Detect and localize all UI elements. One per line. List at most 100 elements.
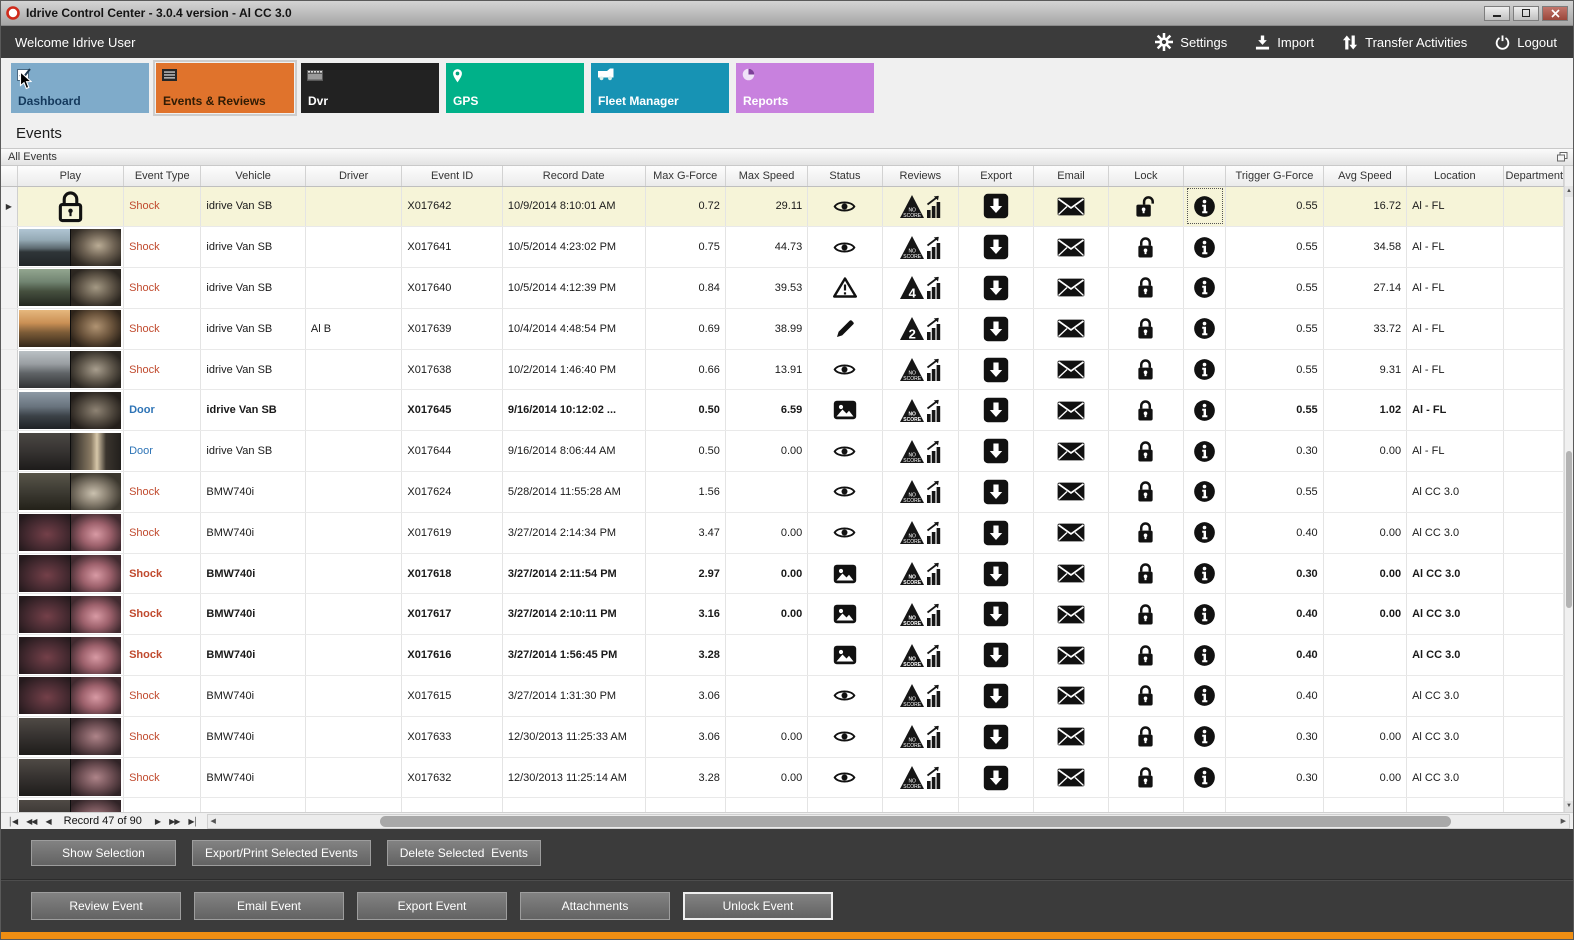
action-logout[interactable]: Logout xyxy=(1495,35,1557,50)
titlebar[interactable]: Idrive Control Center - 3.0.4 version - … xyxy=(1,1,1573,26)
col-header-export[interactable]: Export xyxy=(958,166,1035,187)
cell-reviews[interactable]: NO SCORE xyxy=(882,430,959,473)
col-header-status[interactable]: Status xyxy=(807,166,883,187)
event-row[interactable]: Shock BMW740i X017618 3/27/2014 2:11:54 PM 2… xyxy=(1,553,1564,595)
cell-info[interactable] xyxy=(1183,553,1227,595)
cell-export[interactable] xyxy=(958,757,1035,799)
cell-reviews[interactable]: NO SCORE xyxy=(882,553,959,595)
cell-lock[interactable] xyxy=(1108,267,1185,309)
vertical-scroll-track[interactable] xyxy=(1565,197,1573,801)
cell-lock[interactable] xyxy=(1108,593,1185,636)
cell-reviews[interactable]: NO SCORE xyxy=(882,512,959,554)
cell-export[interactable] xyxy=(958,593,1035,636)
cell-email[interactable] xyxy=(1033,226,1109,269)
cell-info[interactable] xyxy=(1183,471,1227,513)
cell-play[interactable] xyxy=(17,226,125,269)
scroll-left-icon[interactable]: ◀ xyxy=(208,817,219,825)
button-export-print-selected-events[interactable]: Export/Print Selected Events xyxy=(192,840,371,866)
col-header-play[interactable]: Play xyxy=(17,166,125,187)
cell-info[interactable] xyxy=(1183,675,1227,717)
cell-play[interactable] xyxy=(17,553,125,595)
cell-play[interactable] xyxy=(17,308,125,350)
close-button[interactable] xyxy=(1542,5,1568,21)
action-import[interactable]: Import xyxy=(1255,35,1314,50)
panel-restore-icon[interactable] xyxy=(1557,152,1568,162)
next-record-button[interactable]: ▶ xyxy=(151,817,164,826)
col-header-max-speed[interactable]: Max Speed xyxy=(725,166,809,187)
event-row[interactable]: Shock BMW740i X017633 12/30/2013 11:25:33 A… xyxy=(1,716,1564,758)
button-show-selection[interactable]: Show Selection xyxy=(31,840,176,866)
cell-reviews[interactable]: NO SCORE xyxy=(882,593,959,636)
cell-play[interactable] xyxy=(17,593,125,636)
cell-export[interactable] xyxy=(958,389,1035,432)
cell-lock[interactable] xyxy=(1108,797,1185,812)
action-settings[interactable]: Settings xyxy=(1155,33,1227,51)
tile-events-reviews[interactable]: Events & Reviews xyxy=(153,60,297,116)
cell-lock[interactable] xyxy=(1108,389,1185,432)
cell-lock[interactable] xyxy=(1108,716,1185,758)
col-header-max-g-force[interactable]: Max G-Force xyxy=(645,166,726,187)
cell-play[interactable] xyxy=(17,675,125,717)
cell-info[interactable] xyxy=(1183,226,1227,269)
event-row[interactable]: Shock BMW740i X017632 12/30/2013 11:25:14 A… xyxy=(1,757,1564,799)
cell-email[interactable] xyxy=(1033,716,1109,758)
button-unlock-event[interactable]: Unlock Event xyxy=(683,892,833,920)
cell-play[interactable] xyxy=(17,186,125,228)
cell-email[interactable] xyxy=(1033,512,1109,554)
button-email-event[interactable]: Email Event xyxy=(194,892,344,920)
cell-lock[interactable] xyxy=(1108,226,1185,269)
cell-email[interactable] xyxy=(1033,634,1109,677)
cell-export[interactable] xyxy=(958,512,1035,554)
col-header-blank[interactable] xyxy=(1183,166,1227,187)
col-header-department[interactable]: Department xyxy=(1503,166,1564,187)
cell-lock[interactable] xyxy=(1108,349,1185,391)
cell-reviews[interactable]: NO SCORE xyxy=(882,757,959,799)
cell-email[interactable] xyxy=(1033,675,1109,717)
cell-reviews[interactable] xyxy=(882,797,959,812)
cell-play[interactable] xyxy=(17,430,125,473)
cell-reviews[interactable]: NO SCORE xyxy=(882,186,959,228)
tile-reports[interactable]: Reports xyxy=(736,63,874,113)
action-transfer-activities[interactable]: Transfer Activities xyxy=(1342,35,1467,50)
col-header-location[interactable]: Location xyxy=(1406,166,1504,187)
cell-email[interactable] xyxy=(1033,757,1109,799)
cell-lock[interactable] xyxy=(1108,471,1185,513)
button-review-event[interactable]: Review Event xyxy=(31,892,181,920)
horizontal-scrollbar[interactable]: ◀ ▶ xyxy=(206,813,1570,829)
cell-email[interactable] xyxy=(1033,430,1109,473)
cell-email[interactable] xyxy=(1033,267,1109,309)
cell-reviews[interactable]: NO SCORE xyxy=(882,471,959,513)
cell-lock[interactable] xyxy=(1108,430,1185,473)
col-header-reviews[interactable]: Reviews xyxy=(882,166,959,187)
event-row[interactable]: Shock idrive Van SB X017640 10/5/2014 4:12:… xyxy=(1,267,1564,309)
cell-export[interactable] xyxy=(958,634,1035,677)
horizontal-scroll-thumb[interactable] xyxy=(379,815,1451,827)
cell-reviews[interactable]: NO SCORE xyxy=(882,389,959,432)
col-header-avg-speed[interactable]: Avg Speed xyxy=(1323,166,1408,187)
cell-play[interactable] xyxy=(17,757,125,799)
cell-play[interactable] xyxy=(17,267,125,309)
first-record-button[interactable]: │◀ xyxy=(4,817,21,826)
cell-info[interactable] xyxy=(1183,430,1227,473)
cell-export[interactable] xyxy=(958,267,1035,309)
cell-reviews[interactable]: 2 xyxy=(882,308,959,350)
cell-play[interactable] xyxy=(17,349,125,391)
horizontal-scroll-track[interactable] xyxy=(219,815,1558,828)
cell-reviews[interactable]: NO SCORE xyxy=(882,675,959,717)
cell-reviews[interactable]: NO SCORE xyxy=(882,716,959,758)
event-row[interactable]: Shock BMW740i X017615 3/27/2014 1:31:30 PM 3… xyxy=(1,675,1564,717)
cell-export[interactable] xyxy=(958,349,1035,391)
cell-lock[interactable] xyxy=(1108,553,1185,595)
col-header-event-id[interactable]: Event ID xyxy=(401,166,503,187)
vertical-scrollbar[interactable]: ▲ ▼ xyxy=(1564,166,1573,812)
cell-email[interactable] xyxy=(1033,593,1109,636)
cell-export[interactable] xyxy=(958,471,1035,513)
cell-play[interactable] xyxy=(17,716,125,758)
cell-play[interactable] xyxy=(17,471,125,513)
maximize-button[interactable] xyxy=(1513,5,1539,21)
cell-info[interactable] xyxy=(1183,308,1227,350)
event-row[interactable]: Shock BMW740i X017616 3/27/2014 1:56:45 PM 3… xyxy=(1,634,1564,677)
scroll-down-icon[interactable]: ▼ xyxy=(1565,801,1573,812)
minimize-button[interactable] xyxy=(1484,5,1510,21)
cell-email[interactable] xyxy=(1033,186,1109,228)
